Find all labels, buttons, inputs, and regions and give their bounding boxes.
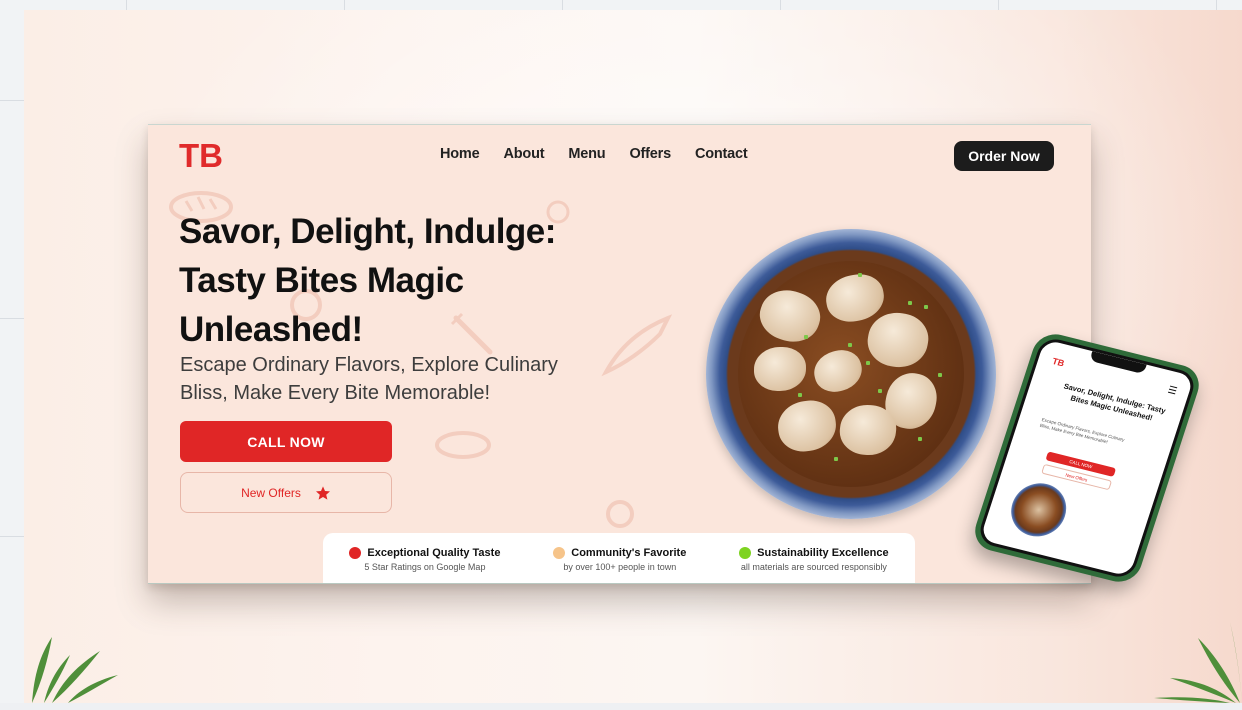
feature-title: Community's Favorite: [571, 546, 687, 559]
nav-about[interactable]: About: [504, 146, 545, 162]
hero-subtitle: Escape Ordinary Flavors, Explore Culinar…: [180, 354, 558, 404]
feature-desc: all materials are sourced responsibly: [740, 561, 887, 572]
feature-title: Sustainability Excellence: [757, 546, 889, 559]
star-icon: [315, 485, 330, 500]
phone-notch: [1089, 351, 1147, 375]
feature-title: Exceptional Quality Taste: [367, 546, 501, 559]
hamburger-menu-icon[interactable]: ☰: [1166, 385, 1178, 398]
order-now-button[interactable]: Order Now: [954, 141, 1054, 171]
leaves-right-icon: [1154, 622, 1242, 703]
features-bar: Exceptional Quality Taste 5 Star Ratings…: [323, 533, 915, 583]
orange-dot-icon: [553, 546, 566, 559]
call-now-button[interactable]: CALL NOW: [180, 421, 392, 462]
cup-doodle-icon: [606, 500, 634, 528]
feature-community: Community's Favorite by over 100+ people…: [553, 546, 687, 572]
leaves-left-icon: [32, 637, 118, 703]
desktop-mockup: TB Home About Menu Offers Contact Order …: [148, 124, 1091, 584]
main-nav: Home About Menu Offers Contact: [440, 146, 748, 162]
mobile-hero-title: Savor, Delight, Indulge: Tasty Bites Mag…: [1062, 381, 1167, 423]
nav-home[interactable]: Home: [440, 146, 480, 162]
nav-offers[interactable]: Offers: [629, 146, 671, 162]
new-offers-label: New Offers: [241, 485, 301, 500]
mobile-hero-subtitle: Escape Ordinary Flavors, Explore Culinar…: [1039, 417, 1126, 445]
new-offers-button[interactable]: New Offers: [180, 472, 392, 513]
site-logo[interactable]: TB: [179, 137, 223, 175]
feature-sustainability: Sustainability Excellence all materials …: [739, 546, 889, 572]
nav-menu[interactable]: Menu: [568, 146, 605, 162]
feature-desc: 5 Star Ratings on Google Map: [364, 561, 486, 572]
nav-contact[interactable]: Contact: [695, 146, 748, 162]
mobile-logo[interactable]: TB: [1051, 356, 1066, 368]
feature-quality: Exceptional Quality Taste 5 Star Ratings…: [349, 546, 501, 572]
hero-title: Savor, Delight, Indulge: Tasty Bites Mag…: [179, 212, 556, 349]
feature-desc: by over 100+ people in town: [563, 561, 677, 572]
red-dot-icon: [349, 546, 362, 559]
mobile-dumpling-image: [1004, 477, 1074, 543]
bread-doodle-2-icon: [435, 431, 491, 459]
green-dot-icon: [739, 546, 752, 559]
dumpling-soup-image: [706, 229, 996, 519]
